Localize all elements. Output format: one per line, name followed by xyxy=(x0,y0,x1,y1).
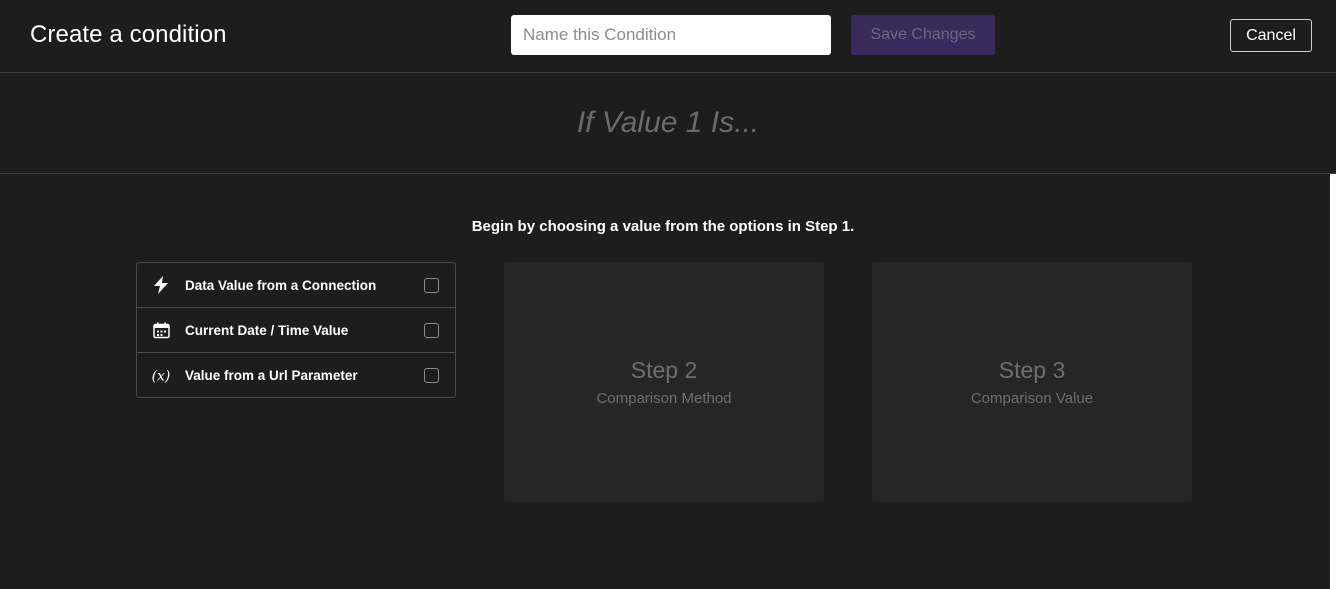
option-data-value-connection[interactable]: Data Value from a Connection xyxy=(137,263,455,308)
cancel-button[interactable]: Cancel xyxy=(1230,19,1312,52)
step-title: Step 2 xyxy=(630,357,698,383)
value-banner: If Value 1 Is... xyxy=(0,73,1336,174)
condition-name-input[interactable] xyxy=(511,15,831,55)
option-current-date-time[interactable]: Current Date / Time Value xyxy=(137,308,455,353)
value-options-list: Data Value from a Connection Current Dat… xyxy=(136,262,456,398)
header-bar: Create a condition Save Changes Cancel xyxy=(0,0,1336,73)
step-title: Step 3 xyxy=(998,357,1066,383)
option-url-parameter[interactable]: (x) Value from a Url Parameter xyxy=(137,353,455,398)
page-title: Create a condition xyxy=(30,21,227,48)
svg-text:(x): (x) xyxy=(152,368,171,384)
step-subtitle: Comparison Method xyxy=(596,390,732,407)
option-checkbox[interactable] xyxy=(424,368,439,383)
lightning-icon xyxy=(137,276,185,294)
condition-editor: Create a condition Save Changes Cancel I… xyxy=(0,0,1336,589)
banner-heading: If Value 1 Is... xyxy=(576,106,760,139)
option-checkbox[interactable] xyxy=(424,278,439,293)
option-label: Value from a Url Parameter xyxy=(185,368,358,383)
instruction-text: Begin by choosing a value from the optio… xyxy=(471,218,855,235)
step-2-card: Step 2 Comparison Method xyxy=(504,262,824,502)
step-3-card: Step 3 Comparison Value xyxy=(872,262,1192,502)
step-subtitle: Comparison Value xyxy=(970,390,1094,407)
option-label: Current Date / Time Value xyxy=(185,322,349,338)
option-checkbox[interactable] xyxy=(424,323,439,338)
variable-icon: (x) xyxy=(137,367,185,385)
main-content: Begin by choosing a value from the optio… xyxy=(0,174,1330,589)
calendar-icon xyxy=(137,322,185,339)
option-label: Data Value from a Connection xyxy=(185,277,377,293)
scrollbar[interactable] xyxy=(1330,174,1336,589)
save-changes-button[interactable]: Save Changes xyxy=(851,15,995,55)
